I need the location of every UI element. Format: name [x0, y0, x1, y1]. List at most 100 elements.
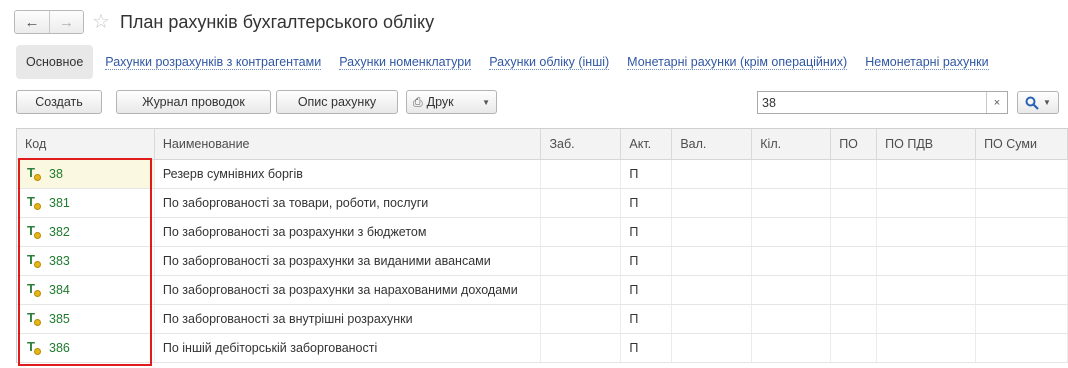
code-cell: T 384 [17, 276, 155, 304]
account-icon: T [27, 223, 43, 240]
po-pdv-cell [877, 189, 977, 217]
table-row[interactable]: T 385 По заборгованості за внутрішні роз… [17, 305, 1068, 334]
account-icon: T [27, 252, 43, 269]
po-pdv-cell [877, 247, 977, 275]
account-icon: T [27, 339, 43, 356]
table-row[interactable]: T 386 По іншій дебіторській заборгованос… [17, 334, 1068, 363]
account-icon: T [27, 310, 43, 327]
val-cell [672, 160, 753, 188]
zab-cell [541, 218, 622, 246]
tab-osnovnoe[interactable]: Основное [16, 45, 94, 79]
po-sumy-cell [976, 189, 1068, 217]
print-label: Друк [426, 95, 454, 109]
val-cell [672, 334, 753, 362]
akt-cell: П [621, 189, 673, 217]
chevron-down-icon: ▼ [1043, 98, 1051, 107]
po-cell [831, 218, 878, 246]
kil-cell [752, 276, 832, 304]
column-header-po-sumy[interactable]: ПО Суми [976, 129, 1068, 159]
po-sumy-cell [976, 334, 1068, 362]
account-code: 381 [49, 196, 70, 210]
account-icon: T [27, 194, 43, 211]
search-input[interactable] [758, 92, 988, 113]
code-cell: T 386 [17, 334, 155, 362]
column-header-code[interactable]: Код [17, 129, 155, 159]
zab-cell [541, 160, 622, 188]
arrow-right-icon: → [59, 13, 74, 31]
forward-button[interactable]: → [49, 11, 83, 33]
code-cell: T 382 [17, 218, 155, 246]
account-code: 386 [49, 341, 70, 355]
account-name: По заборгованості за розрахунки за видан… [155, 247, 542, 275]
account-name: По заборгованості за внутрішні розрахунк… [155, 305, 542, 333]
code-cell: T 383 [17, 247, 155, 275]
po-pdv-cell [877, 276, 977, 304]
column-header-po-pdv[interactable]: ПО ПДВ [877, 129, 977, 159]
page-title: План рахунків бухгалтерського обліку [119, 11, 435, 32]
column-header-val[interactable]: Вал. [672, 129, 753, 159]
account-name: По заборгованості за розрахунки з бюджет… [155, 218, 542, 246]
zab-cell [541, 334, 622, 362]
navigation-buttons: ← → [14, 10, 84, 34]
zab-cell [541, 247, 622, 275]
akt-cell: П [621, 247, 673, 275]
column-header-po[interactable]: ПО [831, 129, 878, 159]
search-icon [1025, 96, 1039, 110]
accounts-table: Код Наименование Заб. Акт. Вал. Кіл. ПО … [16, 128, 1068, 363]
akt-cell: П [621, 218, 673, 246]
table-header: Код Наименование Заб. Акт. Вал. Кіл. ПО … [17, 129, 1068, 160]
tab-contractor-accounts[interactable]: Рахунки розрахунків з контрагентами [105, 55, 322, 70]
favorite-star-icon[interactable]: ☆ [92, 12, 110, 32]
po-cell [831, 334, 878, 362]
val-cell [672, 276, 753, 304]
tab-other-accounts[interactable]: Рахунки обліку (інші) [489, 55, 610, 70]
po-cell [831, 276, 878, 304]
code-cell: T 385 [17, 305, 155, 333]
account-name: По іншій дебіторській заборгованості [155, 334, 542, 362]
table-row[interactable]: T 383 По заборгованості за розрахунки за… [17, 247, 1068, 276]
kil-cell [752, 189, 832, 217]
po-cell [831, 247, 878, 275]
account-name: По заборгованості за товари, роботи, пос… [155, 189, 542, 217]
back-button[interactable]: ← [15, 11, 49, 33]
kil-cell [752, 305, 832, 333]
akt-cell: П [621, 160, 673, 188]
table-row[interactable]: T 381 По заборгованості за товари, робот… [17, 189, 1068, 218]
account-description-button[interactable]: Опис рахунку [276, 90, 398, 114]
po-pdv-cell [877, 305, 977, 333]
column-header-akt[interactable]: Акт. [621, 129, 673, 159]
zab-cell [541, 189, 622, 217]
arrow-left-icon: ← [24, 13, 40, 31]
window-header: ← → ☆ План рахунків бухгалтерського облі… [14, 8, 434, 36]
po-sumy-cell [976, 247, 1068, 275]
po-pdv-cell [877, 334, 977, 362]
column-header-name[interactable]: Наименование [155, 129, 542, 159]
po-sumy-cell [976, 160, 1068, 188]
column-header-zab[interactable]: Заб. [541, 129, 622, 159]
tab-monetary-accounts[interactable]: Монетарні рахунки (крім операційних) [627, 55, 848, 70]
column-header-kil[interactable]: Кіл. [752, 129, 832, 159]
po-pdv-cell [877, 218, 977, 246]
tab-non-monetary-accounts[interactable]: Немонетарні рахунки [865, 55, 989, 70]
zab-cell [541, 305, 622, 333]
account-code: 382 [49, 225, 70, 239]
kil-cell [752, 218, 832, 246]
val-cell [672, 305, 753, 333]
tab-nomenclature-accounts[interactable]: Рахунки номенклатури [339, 55, 472, 70]
close-icon: × [993, 96, 1001, 109]
clear-search-button[interactable]: × [986, 92, 1007, 113]
table-row[interactable]: T 384 По заборгованості за розрахунки за… [17, 276, 1068, 305]
create-button[interactable]: Создать [16, 90, 102, 114]
account-code: 383 [49, 254, 70, 268]
zab-cell [541, 276, 622, 304]
code-cell: T 381 [17, 189, 155, 217]
table-row[interactable]: T 38 Резерв сумнівних боргів П [17, 160, 1068, 189]
journal-button[interactable]: Журнал проводок [116, 90, 271, 114]
print-button[interactable]: ⎙ Друк ▼ [406, 90, 497, 114]
table-row[interactable]: T 382 По заборгованості за розрахунки з … [17, 218, 1068, 247]
val-cell [672, 247, 753, 275]
akt-cell: П [621, 305, 673, 333]
po-pdv-cell [877, 160, 977, 188]
po-sumy-cell [976, 305, 1068, 333]
search-button[interactable]: ▼ [1017, 91, 1059, 114]
